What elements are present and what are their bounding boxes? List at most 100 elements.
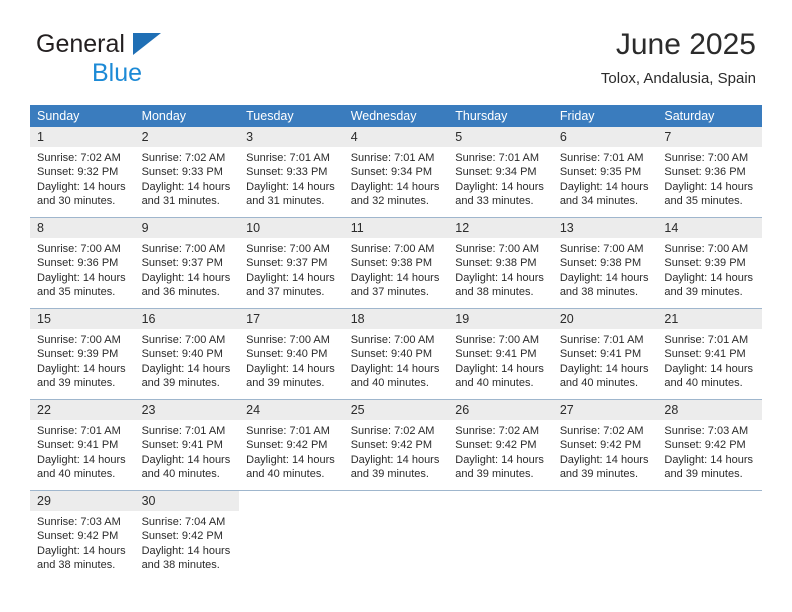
day-cell[interactable]: 21 Sunrise: 7:01 AM Sunset: 9:41 PM Dayligh… bbox=[657, 308, 762, 400]
day-cell[interactable]: 7 Sunrise: 7:00 AM Sunset: 9:36 PM Daylight… bbox=[657, 127, 762, 218]
day-number: 12 bbox=[448, 218, 553, 238]
day-details: Sunrise: 7:00 AM Sunset: 9:40 PM Daylight:… bbox=[344, 329, 449, 391]
daylight-text-line2: and 40 minutes. bbox=[559, 377, 639, 390]
day-cell[interactable]: 16 Sunrise: 7:00 AM Sunset: 9:40 PM Dayligh… bbox=[134, 308, 240, 400]
day-cell[interactable]: 22 Sunrise: 7:01 AM Sunset: 9:41 PM Dayligh… bbox=[30, 399, 135, 491]
sunset-text: Sunset: 9:42 PM bbox=[350, 439, 433, 452]
day-number bbox=[239, 491, 344, 511]
weekday-header-monday: Monday bbox=[134, 105, 240, 127]
daylight-text-line1: Daylight: 14 hours bbox=[37, 180, 126, 193]
day-details: Sunrise: 7:00 AM Sunset: 9:38 PM Daylight:… bbox=[553, 238, 658, 300]
sunrise-text: Sunrise: 7:00 AM bbox=[246, 334, 330, 346]
day-cell[interactable]: 30 Sunrise: 7:04 AM Sunset: 9:42 PM Dayligh… bbox=[134, 490, 240, 581]
daylight-text-line2: and 31 minutes. bbox=[246, 195, 325, 208]
day-cell[interactable]: 9 Sunrise: 7:00 AM Sunset: 9:37 PM Daylight… bbox=[134, 217, 240, 309]
weekday-header-row: Sunday Monday Tuesday Wednesday Thursday… bbox=[30, 105, 762, 127]
daylight-text-line2: and 35 minutes. bbox=[664, 195, 743, 208]
brand-name-bottom: Blue bbox=[92, 59, 143, 87]
day-cell[interactable]: 3 Sunrise: 7:01 AM Sunset: 9:33 PM Daylight… bbox=[239, 127, 344, 218]
day-cell[interactable]: 6 Sunrise: 7:01 AM Sunset: 9:35 PM Daylight… bbox=[552, 127, 658, 218]
day-cell[interactable]: 5 Sunrise: 7:01 AM Sunset: 9:34 PM Daylight… bbox=[448, 127, 553, 218]
sunrise-text: Sunrise: 7:00 AM bbox=[37, 334, 121, 346]
sunrise-text: Sunrise: 7:00 AM bbox=[455, 243, 540, 255]
day-cell[interactable]: 15 Sunrise: 7:00 AM Sunset: 9:39 PM Dayligh… bbox=[30, 308, 135, 400]
day-details: Sunrise: 7:00 AM Sunset: 9:38 PM Daylight:… bbox=[344, 238, 449, 300]
day-cell[interactable]: 23 Sunrise: 7:01 AM Sunset: 9:41 PM Dayligh… bbox=[134, 399, 240, 491]
daylight-text-line1: Daylight: 14 hours bbox=[664, 362, 754, 375]
day-cell[interactable]: 26 Sunrise: 7:02 AM Sunset: 9:42 PM Dayligh… bbox=[448, 399, 553, 491]
sunset-text: Sunset: 9:37 PM bbox=[246, 257, 328, 270]
daylight-text-line2: and 39 minutes. bbox=[141, 377, 220, 390]
day-cell[interactable]: 12 Sunrise: 7:00 AM Sunset: 9:38 PM Dayligh… bbox=[448, 217, 553, 309]
sunset-text: Sunset: 9:34 PM bbox=[455, 166, 537, 179]
day-cell[interactable]: 25 Sunrise: 7:02 AM Sunset: 9:42 PM Dayligh… bbox=[343, 399, 449, 491]
day-cell[interactable]: 29 Sunrise: 7:03 AM Sunset: 9:42 PM Dayligh… bbox=[30, 490, 135, 581]
daylight-text-line1: Daylight: 14 hours bbox=[559, 453, 649, 466]
sunset-text: Sunset: 9:42 PM bbox=[559, 439, 642, 452]
sunset-text: Sunset: 9:41 PM bbox=[455, 348, 537, 361]
weekday-header-sunday: Sunday bbox=[30, 105, 135, 127]
day-cell[interactable]: 2 Sunrise: 7:02 AM Sunset: 9:33 PM Daylight… bbox=[134, 127, 240, 218]
day-cell[interactable]: 10 Sunrise: 7:00 AM Sunset: 9:37 PM Dayligh… bbox=[239, 217, 344, 309]
brand-logo[interactable]: General Blue bbox=[36, 32, 276, 88]
day-cell[interactable]: 14 Sunrise: 7:00 AM Sunset: 9:39 PM Dayligh… bbox=[657, 217, 762, 309]
sunrise-text: Sunrise: 7:01 AM bbox=[141, 425, 226, 437]
day-cell[interactable]: 19 Sunrise: 7:00 AM Sunset: 9:41 PM Dayligh… bbox=[448, 308, 553, 400]
day-details: Sunrise: 7:02 AM Sunset: 9:42 PM Daylight:… bbox=[553, 420, 658, 482]
day-cell-empty bbox=[552, 490, 658, 581]
day-cell-empty bbox=[343, 490, 449, 581]
day-cell[interactable]: 17 Sunrise: 7:00 AM Sunset: 9:40 PM Dayligh… bbox=[239, 308, 344, 400]
daylight-text-line2: and 40 minutes. bbox=[141, 468, 220, 481]
sunrise-text: Sunrise: 7:00 AM bbox=[350, 334, 435, 346]
week-row: 8 Sunrise: 7:00 AM Sunset: 9:36 PM Daylight… bbox=[30, 217, 762, 309]
day-cell[interactable]: 24 Sunrise: 7:01 AM Sunset: 9:42 PM Dayligh… bbox=[239, 399, 344, 491]
day-cell[interactable]: 8 Sunrise: 7:00 AM Sunset: 9:36 PM Daylight… bbox=[30, 217, 135, 309]
weekday-header-tuesday: Tuesday bbox=[239, 105, 344, 127]
daylight-text-line1: Daylight: 14 hours bbox=[350, 271, 440, 284]
day-cell[interactable]: 11 Sunrise: 7:00 AM Sunset: 9:38 PM Dayligh… bbox=[343, 217, 449, 309]
daylight-text-line1: Daylight: 14 hours bbox=[664, 453, 754, 466]
sunset-text: Sunset: 9:39 PM bbox=[664, 257, 746, 270]
day-details: Sunrise: 7:01 AM Sunset: 9:41 PM Daylight:… bbox=[657, 329, 762, 391]
day-cell-empty bbox=[239, 490, 344, 581]
sunset-text: Sunset: 9:42 PM bbox=[246, 439, 328, 452]
daylight-text-line1: Daylight: 14 hours bbox=[141, 271, 231, 284]
sunrise-text: Sunrise: 7:01 AM bbox=[559, 152, 644, 164]
day-number: 13 bbox=[552, 218, 658, 238]
day-details: Sunrise: 7:00 AM Sunset: 9:37 PM Daylight:… bbox=[135, 238, 240, 300]
day-cell[interactable]: 27 Sunrise: 7:02 AM Sunset: 9:42 PM Dayligh… bbox=[552, 399, 658, 491]
daylight-text-line2: and 39 minutes. bbox=[664, 286, 743, 299]
daylight-text-line2: and 39 minutes. bbox=[664, 468, 743, 481]
day-details: Sunrise: 7:01 AM Sunset: 9:41 PM Daylight:… bbox=[30, 420, 135, 482]
daylight-text-line1: Daylight: 14 hours bbox=[455, 180, 544, 193]
sunset-text: Sunset: 9:36 PM bbox=[664, 166, 746, 179]
sunrise-text: Sunrise: 7:00 AM bbox=[141, 334, 226, 346]
daylight-text-line1: Daylight: 14 hours bbox=[350, 180, 440, 193]
day-number: 9 bbox=[134, 218, 240, 238]
day-cell[interactable]: 1 Sunrise: 7:02 AM Sunset: 9:32 PM Daylight… bbox=[30, 127, 135, 218]
brand-name-top: General bbox=[36, 32, 276, 58]
day-cell[interactable]: 28 Sunrise: 7:03 AM Sunset: 9:42 PM Dayligh… bbox=[657, 399, 762, 491]
weekday-header-thursday: Thursday bbox=[448, 105, 553, 127]
day-number: 29 bbox=[30, 491, 135, 511]
day-cell[interactable]: 18 Sunrise: 7:00 AM Sunset: 9:40 PM Dayligh… bbox=[343, 308, 449, 400]
week-row: 1 Sunrise: 7:02 AM Sunset: 9:32 PM Daylight… bbox=[30, 127, 762, 218]
day-number: 22 bbox=[30, 400, 135, 420]
day-details: Sunrise: 7:00 AM Sunset: 9:41 PM Daylight:… bbox=[448, 329, 553, 391]
daylight-text-line2: and 34 minutes. bbox=[559, 195, 639, 208]
page-subtitle: Tolox, Andalusia, Spain bbox=[600, 70, 756, 87]
daylight-text-line2: and 40 minutes. bbox=[350, 377, 429, 390]
sunrise-text: Sunrise: 7:03 AM bbox=[664, 425, 749, 437]
sunrise-text: Sunrise: 7:01 AM bbox=[246, 152, 330, 164]
day-number: 2 bbox=[134, 127, 240, 147]
sunset-text: Sunset: 9:32 PM bbox=[37, 166, 119, 179]
sunset-text: Sunset: 9:37 PM bbox=[141, 257, 223, 270]
day-cell[interactable]: 4 Sunrise: 7:01 AM Sunset: 9:34 PM Daylight… bbox=[343, 127, 449, 218]
week-row: 29 Sunrise: 7:03 AM Sunset: 9:42 PM Dayligh… bbox=[30, 490, 762, 581]
day-number bbox=[344, 491, 449, 511]
day-cell-empty bbox=[657, 490, 762, 581]
day-cell[interactable]: 20 Sunrise: 7:01 AM Sunset: 9:41 PM Dayligh… bbox=[552, 308, 658, 400]
day-cell[interactable]: 13 Sunrise: 7:00 AM Sunset: 9:38 PM Dayligh… bbox=[552, 217, 658, 309]
sunset-text: Sunset: 9:38 PM bbox=[350, 257, 433, 270]
sunrise-text: Sunrise: 7:04 AM bbox=[141, 516, 226, 528]
